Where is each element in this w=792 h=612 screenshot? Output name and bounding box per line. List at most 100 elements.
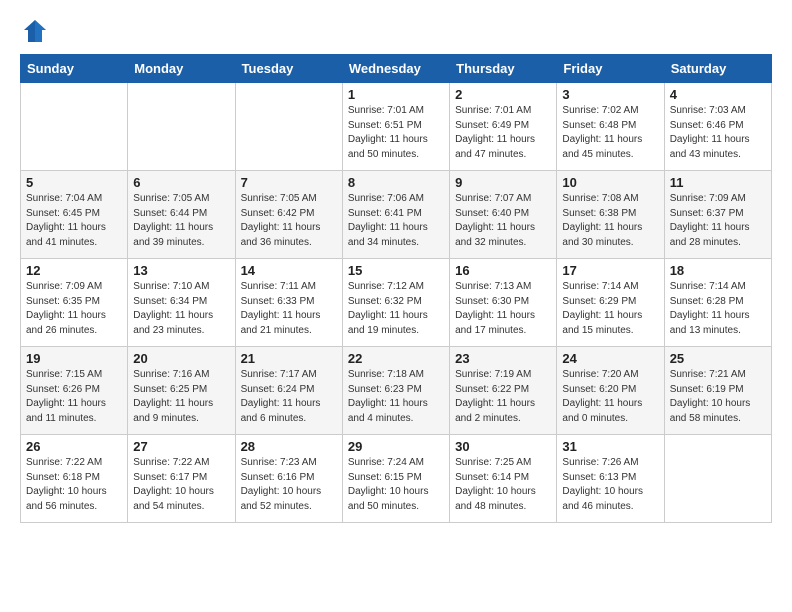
calendar-cell: 30 Sunrise: 7:25 AM Sunset: 6:14 PM Dayli…	[450, 435, 557, 523]
calendar: SundayMondayTuesdayWednesdayThursdayFrid…	[20, 54, 772, 523]
calendar-cell: 3 Sunrise: 7:02 AM Sunset: 6:48 PM Daylig…	[557, 83, 664, 171]
day-info: Sunrise: 7:04 AM Sunset: 6:45 PM Dayligh…	[26, 192, 122, 250]
day-number: 14	[241, 263, 337, 278]
day-number: 3	[562, 87, 658, 102]
calendar-cell: 13 Sunrise: 7:10 AM Sunset: 6:34 PM Dayli…	[128, 259, 235, 347]
calendar-cell: 6 Sunrise: 7:05 AM Sunset: 6:44 PM Daylig…	[128, 171, 235, 259]
day-number: 9	[455, 175, 551, 190]
calendar-cell: 24 Sunrise: 7:20 AM Sunset: 6:20 PM Dayli…	[557, 347, 664, 435]
day-info: Sunrise: 7:03 AM Sunset: 6:46 PM Dayligh…	[670, 104, 766, 162]
calendar-cell: 11Sunrise: 7:09 AM Sunset: 6:37 PM Dayli…	[664, 171, 771, 259]
day-info: Sunrise: 7:12 AM Sunset: 6:32 PM Dayligh…	[348, 280, 444, 338]
calendar-cell: 21 Sunrise: 7:17 AM Sunset: 6:24 PM Dayli…	[235, 347, 342, 435]
day-number: 31	[562, 439, 658, 454]
day-info: Sunrise: 7:20 AM Sunset: 6:20 PM Dayligh…	[562, 368, 658, 426]
day-info: Sunrise: 7:22 AM Sunset: 6:18 PM Dayligh…	[26, 456, 122, 514]
day-info: Sunrise: 7:16 AM Sunset: 6:25 PM Dayligh…	[133, 368, 229, 426]
day-number: 30	[455, 439, 551, 454]
weekday-header-saturday: Saturday	[664, 55, 771, 83]
calendar-cell	[664, 435, 771, 523]
day-info: Sunrise: 7:01 AM Sunset: 6:49 PM Dayligh…	[455, 104, 551, 162]
calendar-cell: 19 Sunrise: 7:15 AM Sunset: 6:26 PM Dayli…	[21, 347, 128, 435]
day-number: 18	[670, 263, 766, 278]
day-info: Sunrise: 7:17 AM Sunset: 6:24 PM Dayligh…	[241, 368, 337, 426]
day-info: Sunrise: 7:06 AM Sunset: 6:41 PM Dayligh…	[348, 192, 444, 250]
day-number: 20	[133, 351, 229, 366]
day-info: Sunrise: 7:24 AM Sunset: 6:15 PM Dayligh…	[348, 456, 444, 514]
day-info: Sunrise: 7:15 AM Sunset: 6:26 PM Dayligh…	[26, 368, 122, 426]
calendar-cell: 16 Sunrise: 7:13 AM Sunset: 6:30 PM Dayli…	[450, 259, 557, 347]
day-number: 4	[670, 87, 766, 102]
day-number: 19	[26, 351, 122, 366]
weekday-header-sunday: Sunday	[21, 55, 128, 83]
day-info: Sunrise: 7:13 AM Sunset: 6:30 PM Dayligh…	[455, 280, 551, 338]
calendar-cell: 28 Sunrise: 7:23 AM Sunset: 6:16 PM Dayli…	[235, 435, 342, 523]
calendar-cell: 23Sunrise: 7:19 AM Sunset: 6:22 PM Dayli…	[450, 347, 557, 435]
day-number: 8	[348, 175, 444, 190]
calendar-cell	[235, 83, 342, 171]
calendar-cell: 1 Sunrise: 7:01 AM Sunset: 6:51 PM Daylig…	[342, 83, 449, 171]
day-number: 27	[133, 439, 229, 454]
weekday-header-thursday: Thursday	[450, 55, 557, 83]
day-number: 2	[455, 87, 551, 102]
day-info: Sunrise: 7:11 AM Sunset: 6:33 PM Dayligh…	[241, 280, 337, 338]
calendar-cell: 26 Sunrise: 7:22 AM Sunset: 6:18 PM Dayli…	[21, 435, 128, 523]
weekday-header-row: SundayMondayTuesdayWednesdayThursdayFrid…	[21, 55, 772, 83]
day-number: 16	[455, 263, 551, 278]
calendar-cell: 5 Sunrise: 7:04 AM Sunset: 6:45 PM Daylig…	[21, 171, 128, 259]
day-info: Sunrise: 7:14 AM Sunset: 6:28 PM Dayligh…	[670, 280, 766, 338]
week-row-5: 26 Sunrise: 7:22 AM Sunset: 6:18 PM Dayli…	[21, 435, 772, 523]
day-number: 1	[348, 87, 444, 102]
day-number: 21	[241, 351, 337, 366]
day-info: Sunrise: 7:09 AM Sunset: 6:35 PM Dayligh…	[26, 280, 122, 338]
calendar-cell: 31 Sunrise: 7:26 AM Sunset: 6:13 PM Dayli…	[557, 435, 664, 523]
calendar-cell: 22 Sunrise: 7:18 AM Sunset: 6:23 PM Dayli…	[342, 347, 449, 435]
day-info: Sunrise: 7:26 AM Sunset: 6:13 PM Dayligh…	[562, 456, 658, 514]
day-number: 26	[26, 439, 122, 454]
day-number: 10	[562, 175, 658, 190]
calendar-cell: 12 Sunrise: 7:09 AM Sunset: 6:35 PM Dayli…	[21, 259, 128, 347]
day-number: 29	[348, 439, 444, 454]
day-number: 6	[133, 175, 229, 190]
calendar-cell: 29 Sunrise: 7:24 AM Sunset: 6:15 PM Dayli…	[342, 435, 449, 523]
calendar-cell: 25Sunrise: 7:21 AM Sunset: 6:19 PM Dayli…	[664, 347, 771, 435]
day-info: Sunrise: 7:05 AM Sunset: 6:42 PM Dayligh…	[241, 192, 337, 250]
day-number: 24	[562, 351, 658, 366]
day-number: 17	[562, 263, 658, 278]
weekday-header-monday: Monday	[128, 55, 235, 83]
day-info: Sunrise: 7:18 AM Sunset: 6:23 PM Dayligh…	[348, 368, 444, 426]
day-info: Sunrise: 7:25 AM Sunset: 6:14 PM Dayligh…	[455, 456, 551, 514]
calendar-cell	[21, 83, 128, 171]
calendar-cell: 20 Sunrise: 7:16 AM Sunset: 6:25 PM Dayli…	[128, 347, 235, 435]
calendar-cell: 9Sunrise: 7:07 AM Sunset: 6:40 PM Daylig…	[450, 171, 557, 259]
day-info: Sunrise: 7:05 AM Sunset: 6:44 PM Dayligh…	[133, 192, 229, 250]
day-number: 7	[241, 175, 337, 190]
day-info: Sunrise: 7:14 AM Sunset: 6:29 PM Dayligh…	[562, 280, 658, 338]
day-info: Sunrise: 7:10 AM Sunset: 6:34 PM Dayligh…	[133, 280, 229, 338]
day-number: 23	[455, 351, 551, 366]
logo	[20, 16, 54, 46]
calendar-cell: 18 Sunrise: 7:14 AM Sunset: 6:28 PM Dayli…	[664, 259, 771, 347]
day-info: Sunrise: 7:22 AM Sunset: 6:17 PM Dayligh…	[133, 456, 229, 514]
day-number: 5	[26, 175, 122, 190]
day-number: 15	[348, 263, 444, 278]
calendar-cell: 27 Sunrise: 7:22 AM Sunset: 6:17 PM Dayli…	[128, 435, 235, 523]
logo-icon	[20, 16, 50, 46]
calendar-cell: 17 Sunrise: 7:14 AM Sunset: 6:29 PM Dayli…	[557, 259, 664, 347]
day-number: 22	[348, 351, 444, 366]
weekday-header-wednesday: Wednesday	[342, 55, 449, 83]
day-number: 12	[26, 263, 122, 278]
week-row-3: 12 Sunrise: 7:09 AM Sunset: 6:35 PM Dayli…	[21, 259, 772, 347]
day-number: 28	[241, 439, 337, 454]
day-info: Sunrise: 7:08 AM Sunset: 6:38 PM Dayligh…	[562, 192, 658, 250]
day-number: 13	[133, 263, 229, 278]
header	[20, 16, 772, 46]
day-info: Sunrise: 7:21 AM Sunset: 6:19 PM Dayligh…	[670, 368, 766, 426]
day-info: Sunrise: 7:02 AM Sunset: 6:48 PM Dayligh…	[562, 104, 658, 162]
week-row-2: 5 Sunrise: 7:04 AM Sunset: 6:45 PM Daylig…	[21, 171, 772, 259]
calendar-cell	[128, 83, 235, 171]
day-info: Sunrise: 7:01 AM Sunset: 6:51 PM Dayligh…	[348, 104, 444, 162]
calendar-cell: 2 Sunrise: 7:01 AM Sunset: 6:49 PM Daylig…	[450, 83, 557, 171]
day-info: Sunrise: 7:23 AM Sunset: 6:16 PM Dayligh…	[241, 456, 337, 514]
calendar-cell: 8 Sunrise: 7:06 AM Sunset: 6:41 PM Daylig…	[342, 171, 449, 259]
